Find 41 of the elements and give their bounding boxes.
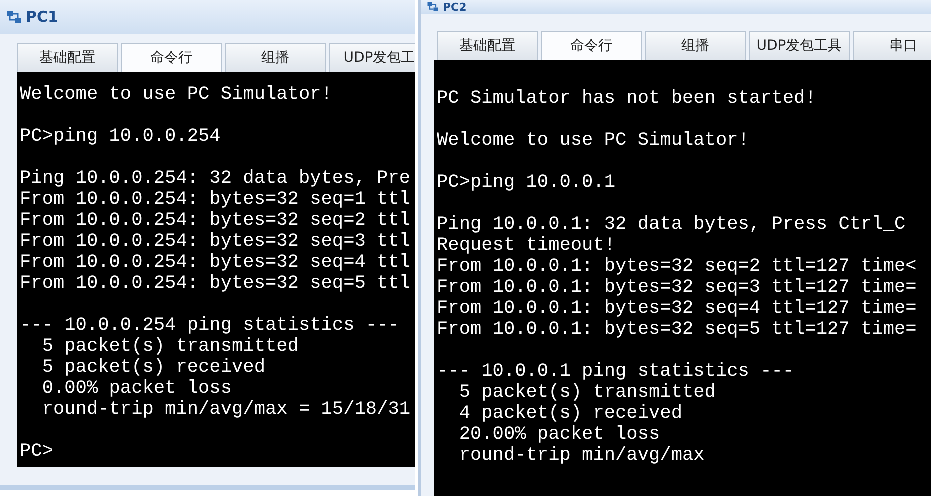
terminal-line: Request timeout! [437,235,617,256]
terminal-line: round-trip min/avg/max = 15/18/31 [41,399,412,420]
network-icon [427,1,439,13]
terminal-line: From 10.0.0.254: bytes=32 seq=3 ttl [20,231,412,252]
terminal-line: Welcome to use PC Simulator! [437,130,750,151]
tab[interactable]: 基础配置 [437,31,538,60]
terminal-line: 4 packet(s) received [458,403,684,424]
terminal-line: From 10.0.0.1: bytes=32 seq=4 ttl=127 time= [437,298,918,319]
terminal-line: From 10.0.0.254: bytes=32 seq=5 ttl [20,273,412,294]
terminal-line: PC>ping 10.0.0.254 [20,126,222,147]
terminal-line: Ping 10.0.0.254: 32 data bytes, Pre [20,168,412,189]
terminal-line: 5 packet(s) transmitted [41,336,300,357]
window-title: PC1 [26,8,58,26]
window-title: PC2 [443,0,467,14]
tab[interactable]: UDP发包工具 [749,31,850,60]
tab[interactable]: 组播 [645,31,746,60]
terminal-line: PC Simulator has not been started! [437,88,818,109]
terminal-line: From 10.0.0.254: bytes=32 seq=4 ttl [20,252,412,273]
terminal-line: From 10.0.0.254: bytes=32 seq=1 ttl [20,189,412,210]
terminal-line: From 10.0.0.1: bytes=32 seq=5 ttl=127 time= [437,319,918,340]
terminal-line: PC> [20,441,54,462]
network-icon [6,9,22,25]
terminal-line: 5 packet(s) transmitted [458,382,717,403]
terminal-line: Welcome to use PC Simulator! [20,84,334,105]
tab[interactable]: 组播 [225,43,326,72]
terminal-line: 0.00% packet loss [41,378,234,399]
terminal-line: 5 packet(s) received [41,357,266,378]
tab[interactable]: 命令行 [541,31,642,60]
terminal-line: Ping 10.0.0.1: 32 data bytes, Press Ctrl_C [437,214,907,235]
terminal-line: From 10.0.0.254: bytes=32 seq=2 ttl [20,210,412,231]
terminal-line: 20.00% packet loss [458,424,662,445]
tab[interactable]: 基础配置 [17,43,118,72]
terminal-line: round-trip min/avg/max [458,445,706,466]
terminal-line: --- 10.0.0.1 ping statistics --- [437,361,796,382]
terminal-line: PC>ping 10.0.0.1 [437,172,617,193]
terminal-line: From 10.0.0.1: bytes=32 seq=2 ttl=127 time< [437,256,918,277]
tab[interactable]: 命令行 [121,43,222,72]
terminal-line: --- 10.0.0.254 ping statistics --- [20,315,400,336]
terminal-line: From 10.0.0.1: bytes=32 seq=3 ttl=127 time= [437,277,918,298]
tab[interactable]: 串口 [853,31,931,60]
tab[interactable]: UDP发包工 [329,43,415,72]
